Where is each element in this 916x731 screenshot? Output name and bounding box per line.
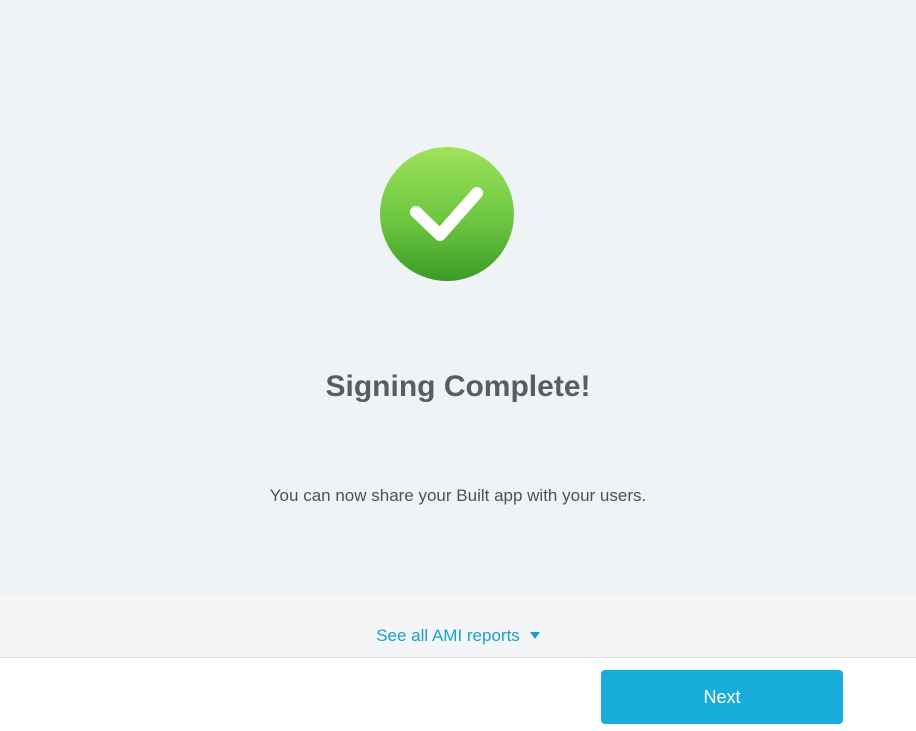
page-title: Signing Complete! (325, 370, 591, 403)
reports-link-label: See all AMI reports (376, 626, 520, 645)
see-all-ami-reports-link[interactable]: See all AMI reports (0, 625, 916, 647)
next-button[interactable]: Next (601, 670, 843, 724)
check-circle-icon (380, 147, 514, 281)
success-message: You can now share your Built app with yo… (269, 486, 647, 505)
reports-strip: See all AMI reports (0, 594, 916, 658)
signing-complete-panel: Signing Complete! You can now share your… (0, 0, 916, 594)
caret-down-icon (529, 632, 540, 640)
footer-bar: Next (0, 658, 916, 731)
